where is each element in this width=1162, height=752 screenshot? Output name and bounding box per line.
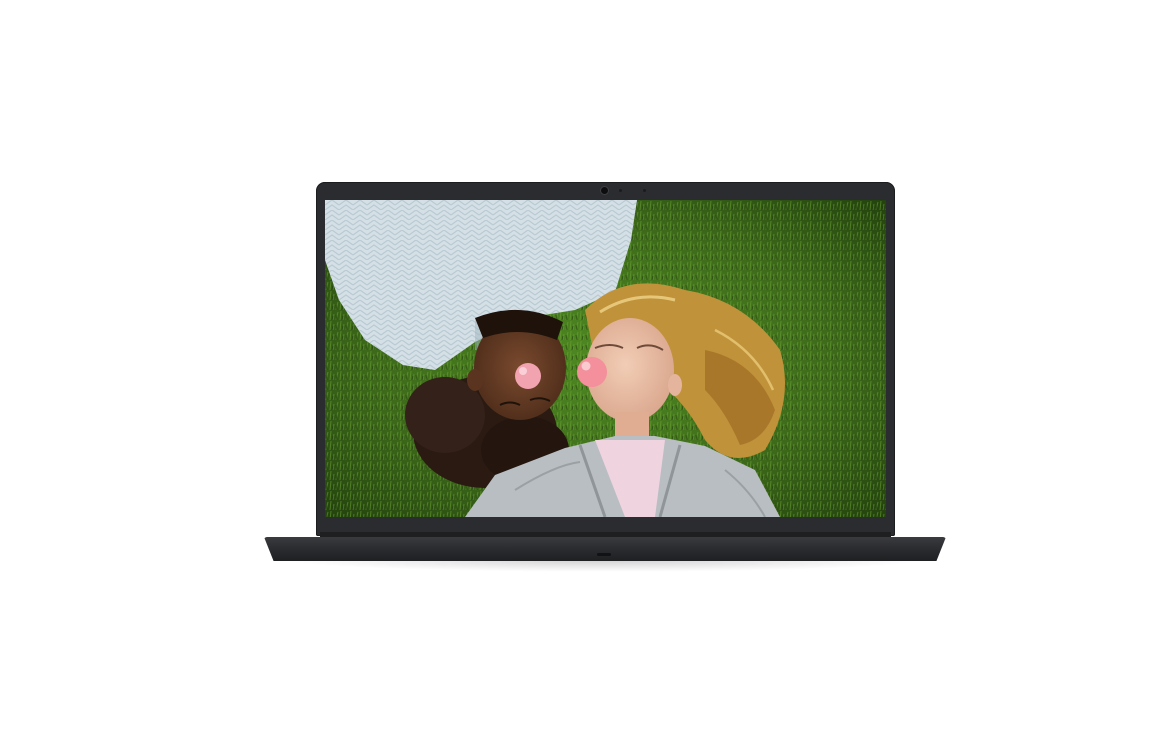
product-image: [0, 0, 1162, 752]
laptop-lid: [316, 182, 895, 536]
webcam-icon: [601, 187, 608, 194]
laptop-screen: [325, 200, 886, 517]
lid-opening-notch: [597, 553, 611, 556]
wallpaper-photo: [325, 200, 886, 517]
bubble-gum-left: [515, 363, 541, 389]
laptop-shadow: [282, 560, 928, 572]
laptop-base: [264, 537, 946, 561]
sensor-dot-left: [619, 189, 622, 192]
bubble-gum-right: [577, 357, 607, 387]
sensor-dot-right: [643, 189, 646, 192]
